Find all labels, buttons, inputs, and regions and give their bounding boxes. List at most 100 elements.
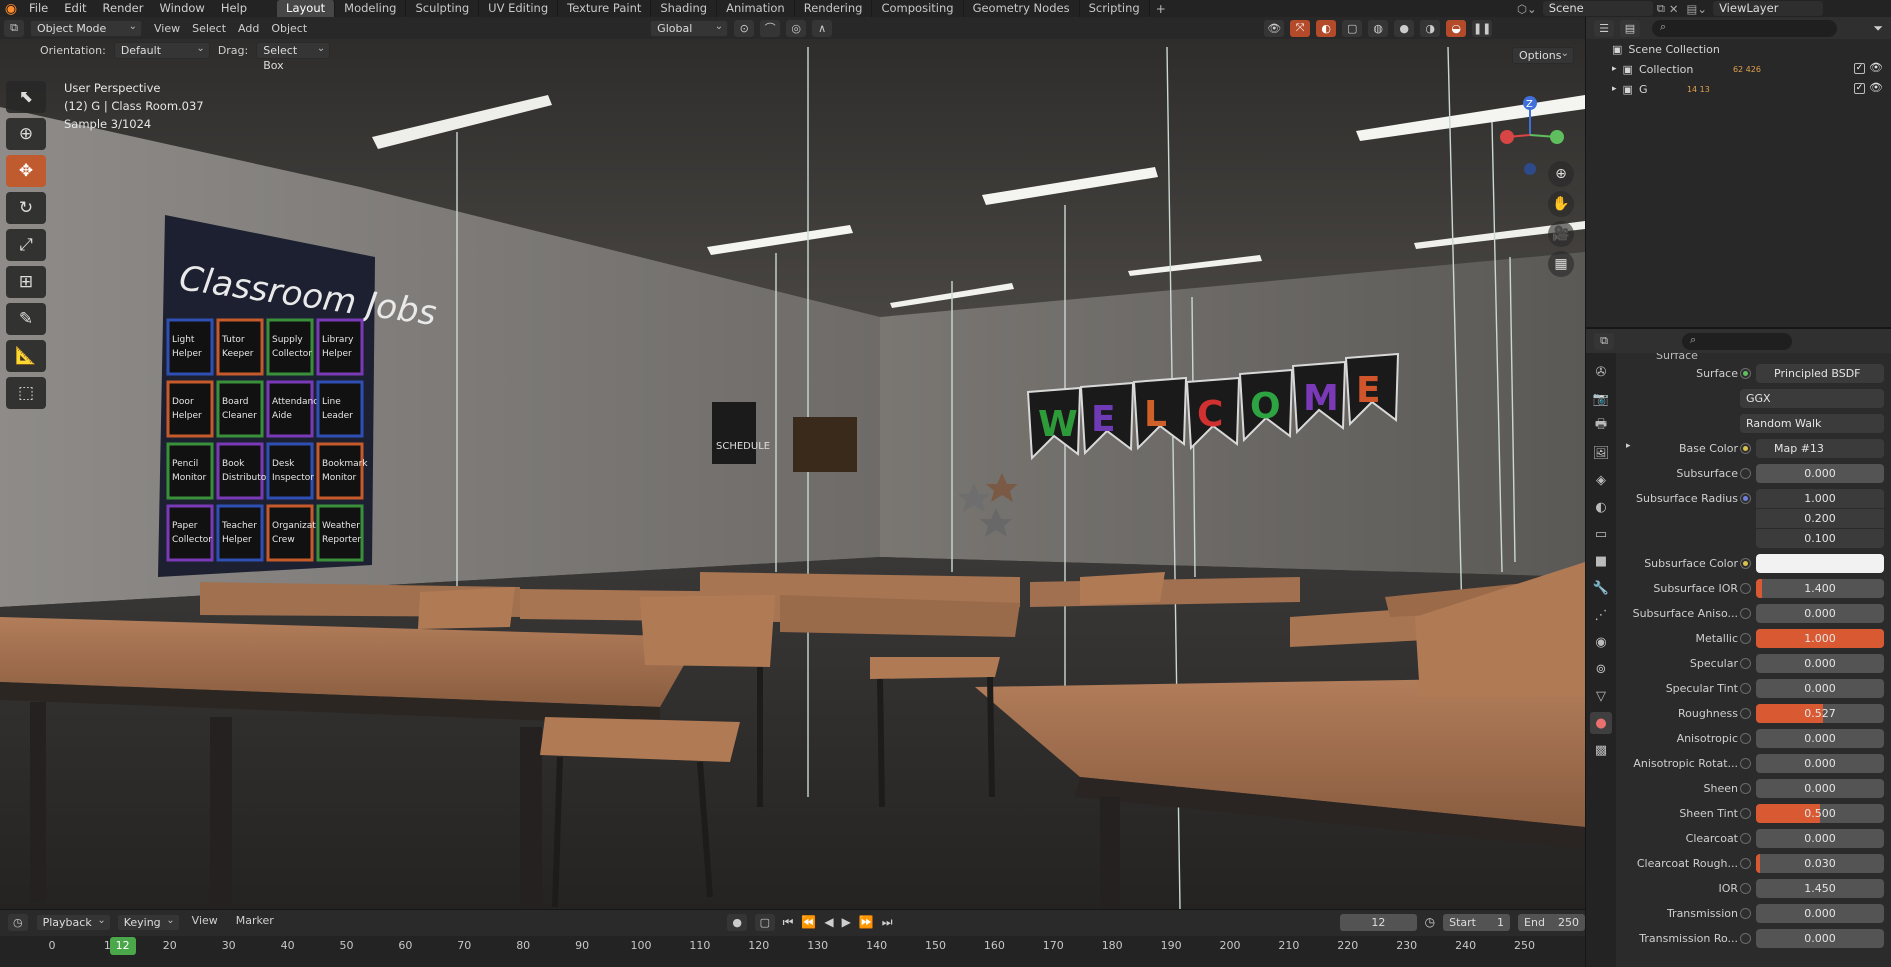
tab-uv-editing[interactable]: UV Editing — [479, 0, 559, 17]
viewlayer-icon[interactable]: ▤⌄ — [1687, 2, 1708, 16]
annotate-icon[interactable]: ✎ — [6, 303, 46, 335]
prop-slider[interactable]: 0.000 — [1756, 904, 1884, 923]
select-box-icon[interactable]: ⬉ — [6, 81, 46, 113]
socket-icon[interactable] — [1740, 833, 1751, 844]
expand-arrow-icon[interactable]: ▸ — [1612, 84, 1617, 94]
particles-tab-icon[interactable]: ⋰ — [1590, 604, 1612, 626]
menu-edit[interactable]: Edit — [58, 0, 96, 17]
prev-keyframe-icon[interactable]: ⏪ — [801, 915, 816, 929]
transform-icon[interactable]: ⊞ — [6, 266, 46, 298]
expand-arrow-icon[interactable]: ▸ — [1626, 441, 1631, 451]
prop-slider[interactable]: 0.527 — [1756, 704, 1884, 723]
socket-icon[interactable] — [1740, 908, 1751, 919]
menu-help[interactable]: Help — [215, 0, 257, 17]
socket-icon[interactable] — [1740, 758, 1751, 769]
socket-icon[interactable] — [1740, 883, 1751, 894]
transform-orientation-select[interactable]: Global — [650, 19, 729, 37]
modifier-tab-icon[interactable]: 🔧 — [1590, 577, 1612, 599]
prop-slider[interactable]: 0.000 — [1756, 604, 1884, 623]
socket-icon[interactable] — [1740, 468, 1751, 479]
timeline-menu-marker[interactable]: Marker — [230, 914, 280, 931]
color-swatch[interactable] — [1756, 554, 1884, 573]
pause-render-icon[interactable]: ❚❚ — [1472, 19, 1493, 37]
close-scene-icon[interactable]: ✕ — [1669, 2, 1679, 16]
tool-tab-icon[interactable]: ✇ — [1590, 361, 1612, 383]
socket-icon[interactable] — [1740, 783, 1751, 794]
socket-icon[interactable] — [1740, 608, 1751, 619]
timeline-menu-view[interactable]: View — [186, 914, 224, 931]
start-frame-field[interactable]: Start 1 — [1443, 913, 1511, 931]
vector-component-field[interactable]: 0.100 — [1756, 529, 1884, 548]
socket-icon[interactable] — [1740, 708, 1751, 719]
prop-dropdown[interactable]: GGX — [1740, 389, 1884, 408]
pan-hand-icon[interactable]: ✋ — [1548, 191, 1574, 217]
properties-search-input[interactable]: ⌕ — [1682, 332, 1792, 350]
socket-icon[interactable] — [1740, 443, 1751, 454]
move-icon[interactable]: ✥ — [6, 155, 46, 187]
overlay-toggle-icon[interactable]: ◐ — [1316, 19, 1337, 37]
render-tab-icon[interactable]: 📷 — [1590, 388, 1612, 410]
prop-slider[interactable]: 0.000 — [1756, 929, 1884, 948]
viewlayer-name-field[interactable]: ViewLayer — [1713, 1, 1824, 16]
tab-shading[interactable]: Shading — [651, 0, 718, 17]
socket-icon[interactable] — [1740, 733, 1751, 744]
vector-component-field[interactable]: 0.200 — [1756, 509, 1884, 528]
shading-solid-icon[interactable]: ● — [1394, 19, 1415, 37]
tab-layout[interactable]: Layout — [277, 0, 336, 17]
exclude-checkbox[interactable]: ✓ — [1854, 63, 1865, 74]
scene-icon[interactable]: ⬡⌄ — [1517, 2, 1537, 16]
menu-file[interactable]: File — [23, 0, 58, 17]
prop-dropdown[interactable]: Random Walk — [1740, 414, 1884, 433]
socket-icon[interactable] — [1740, 558, 1751, 569]
xray-icon[interactable]: ▢ — [1342, 19, 1363, 37]
view-layer-tab-icon[interactable]: 🖼 — [1590, 442, 1612, 464]
socket-icon[interactable] — [1740, 933, 1751, 944]
outliner-editor-icon[interactable]: ☰ — [1594, 19, 1614, 37]
world-tab-icon[interactable]: ◐ — [1590, 496, 1612, 518]
auto-keying-icon[interactable]: ▢ — [754, 913, 775, 931]
pivot-icon[interactable]: ⊙ — [734, 19, 755, 37]
drag-select[interactable]: Select Box — [256, 41, 331, 72]
material-tab-icon[interactable]: ● — [1590, 712, 1612, 734]
prop-slider[interactable]: 0.000 — [1756, 679, 1884, 698]
prop-slider[interactable]: 0.030 — [1756, 854, 1884, 873]
prop-link-field[interactable]: Map #13 — [1756, 439, 1884, 458]
record-icon[interactable]: ● — [727, 913, 747, 931]
prop-slider[interactable]: 0.500 — [1756, 804, 1884, 823]
visibility-eye-icon[interactable]: 👁 — [1869, 61, 1883, 74]
snap-icon[interactable]: ⌒ — [760, 19, 781, 37]
socket-icon[interactable] — [1740, 493, 1751, 504]
timeline-editor-icon[interactable]: ◷ — [8, 913, 28, 931]
prop-slider[interactable]: 1.000 — [1756, 629, 1884, 648]
socket-icon[interactable] — [1740, 683, 1751, 694]
collection-tab-icon[interactable]: ▭ — [1590, 523, 1612, 545]
mode-select[interactable]: Object Mode — [30, 19, 142, 37]
options-button[interactable]: Options — [1512, 46, 1574, 64]
timeline-menu-playback[interactable]: Playback — [35, 913, 111, 931]
end-frame-field[interactable]: End 250 — [1518, 913, 1585, 931]
proportional-edit-icon[interactable]: ◎ — [786, 19, 807, 37]
properties-editor-icon[interactable]: ⧉ — [1594, 332, 1614, 350]
vector-component-field[interactable]: 1.000 — [1756, 489, 1884, 508]
duplicate-scene-icon[interactable]: ⧉ — [1657, 1, 1665, 16]
exclude-checkbox[interactable]: ✓ — [1854, 83, 1865, 94]
timeline-menu-keying[interactable]: Keying — [116, 913, 180, 931]
texture-tab-icon[interactable]: ▩ — [1590, 739, 1612, 761]
tab-rendering[interactable]: Rendering — [795, 0, 873, 17]
tab-sculpting[interactable]: Sculpting — [406, 0, 480, 17]
tab-compositing[interactable]: Compositing — [872, 0, 964, 17]
shading-wireframe-icon[interactable]: ◍ — [1368, 19, 1389, 37]
prop-slider[interactable]: 0.000 — [1756, 464, 1884, 483]
physics-tab-icon[interactable]: ◉ — [1590, 631, 1612, 653]
prop-slider[interactable]: 1.400 — [1756, 579, 1884, 598]
socket-icon[interactable] — [1740, 633, 1751, 644]
viewport-menu-view[interactable]: View — [148, 22, 186, 35]
add-cube-icon[interactable]: ⬚ — [6, 377, 46, 409]
expand-arrow-icon[interactable]: ▸ — [1612, 64, 1617, 74]
socket-icon[interactable] — [1740, 583, 1751, 594]
scale-icon[interactable]: ⤢ — [6, 229, 46, 261]
viewport-menu-select[interactable]: Select — [186, 22, 232, 35]
filter-icon[interactable]: ⏷ — [1873, 21, 1883, 36]
editor-type-icon[interactable]: ⧉ — [4, 19, 24, 37]
constraints-tab-icon[interactable]: ⊚ — [1590, 658, 1612, 680]
